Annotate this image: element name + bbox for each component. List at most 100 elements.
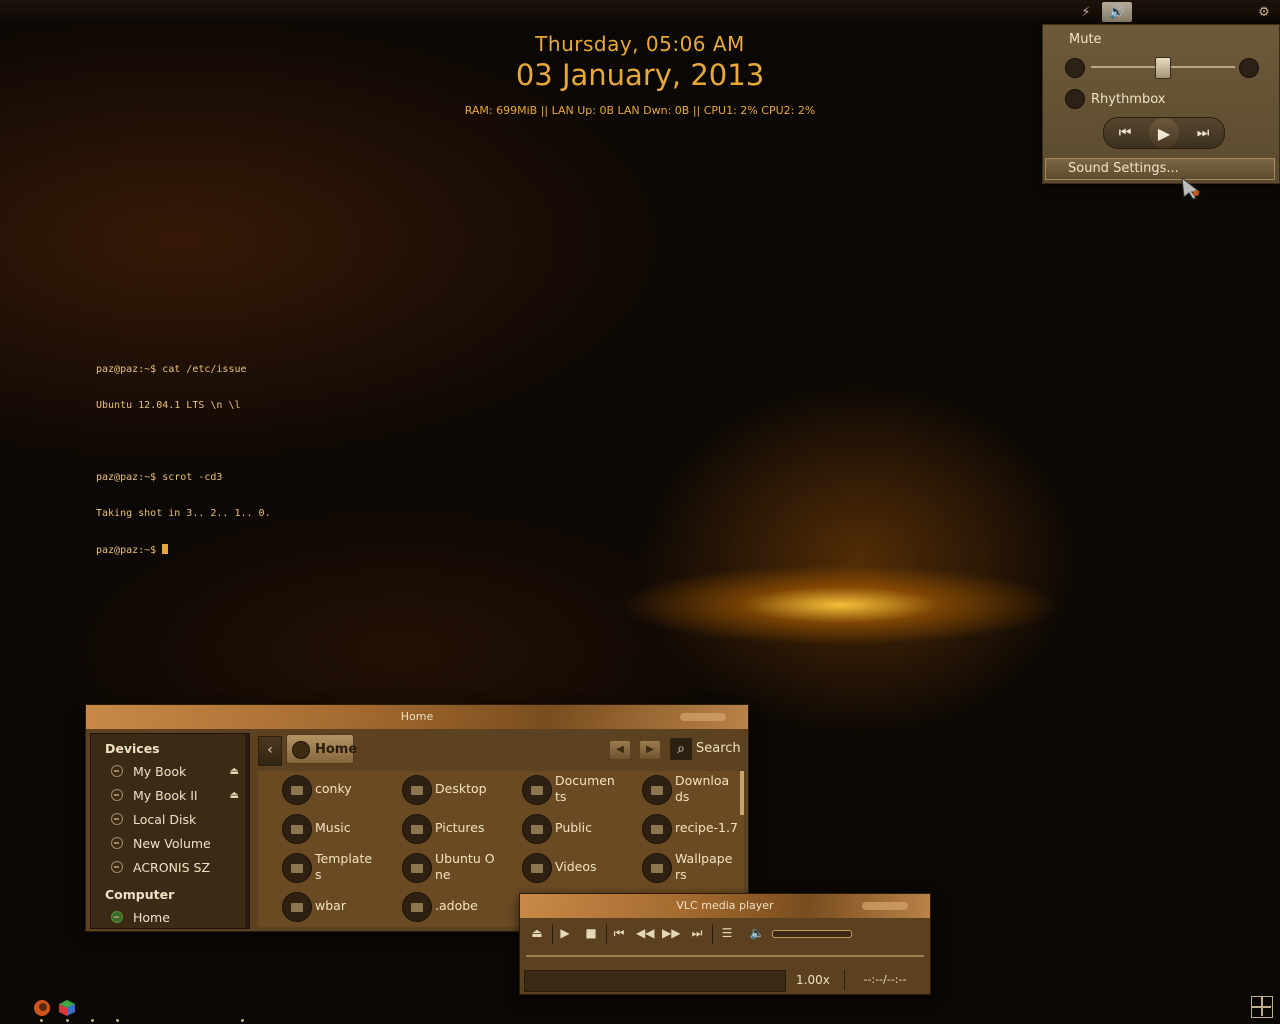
window-controls[interactable] [862,902,908,910]
vlc-titlebar[interactable]: VLC media player [520,894,930,918]
file-name: Videos [555,859,597,874]
sidebar-scrollbar[interactable] [245,734,249,928]
music-folder-icon [282,814,312,844]
sidebar-item-my-book[interactable]: My Book ⏏ [91,760,249,784]
file-item-recipe[interactable]: recipe-1.7 [618,812,738,848]
file-item-adobe[interactable]: .adobe [378,890,496,926]
file-item-wbar[interactable]: wbar [258,890,376,926]
terminal-line: Ubuntu 12.04.1 LTS \n \l [96,400,241,411]
terminal-text[interactable]: paz@paz:~$ cat /etc/issue Ubuntu 12.04.1… [96,340,271,568]
drive-icon [111,837,123,849]
sidebar-item-label: New Volume [133,836,211,851]
search-button[interactable]: ⌕ Search [670,737,742,761]
fast-forward-icon[interactable]: ▶▶ [662,924,680,942]
sidebar-item-home[interactable]: Home [91,906,249,928]
devices-header: Devices [105,741,160,756]
previous-track-icon[interactable]: ⏮ [1110,118,1140,148]
sound-settings-item[interactable]: Sound Settings... [1045,158,1275,180]
volume-slider-thumb[interactable] [1155,57,1171,79]
next-icon[interactable]: ⏭ [688,924,706,942]
file-item-templates[interactable]: Template s [258,851,376,887]
vlc-volume-slider[interactable] [772,930,852,938]
file-item-conky[interactable]: conky [258,773,376,809]
breadcrumb-home-label: Home [315,742,358,757]
eject-icon[interactable]: ⏏ [528,924,546,942]
file-item-public[interactable]: Public [498,812,616,848]
desktop-folder-icon [402,775,432,805]
eject-icon[interactable]: ⏏ [230,760,239,784]
window-controls[interactable] [680,713,726,721]
file-item-videos[interactable]: Videos [498,851,616,887]
firefox-icon[interactable] [32,998,52,1018]
file-item-wallpapers[interactable]: Wallpape rs [618,851,736,887]
sidebar-item-acronis-sz[interactable]: ACRONIS SZ [91,856,249,880]
dock-indicator [66,1019,69,1022]
public-folder-icon [522,814,552,844]
sidebar-item-label: ACRONIS SZ [133,860,211,875]
volume-icon[interactable]: 🔊 [1102,2,1132,22]
file-item-pictures[interactable]: Pictures [378,812,496,848]
play-icon[interactable]: ▶ [556,924,574,942]
vlc-playback-speed[interactable]: 1.00x [796,970,836,990]
mute-menu-item[interactable]: Mute [1069,32,1102,47]
volume-low-icon[interactable] [1065,58,1085,78]
playlist-icon[interactable]: ☰ [718,924,736,942]
file-name: Documen ts [555,773,615,804]
sidebar: Devices My Book ⏏ My Book II ⏏ Local Disk … [90,733,250,929]
network-icon[interactable]: ⚡ [1076,2,1096,22]
dock-indicator [241,1019,244,1022]
gear-icon[interactable]: ⚙ [1254,2,1274,22]
drive-icon [111,861,123,873]
rhythmbox-label: Rhythmbox [1091,91,1166,107]
file-name: Desktop [435,781,487,796]
next-track-icon[interactable]: ⏭ [1188,118,1218,148]
file-name: .adobe [435,898,478,913]
folder-icon [642,814,672,844]
play-icon[interactable]: ▶ [1149,118,1179,148]
file-item-documents[interactable]: Documen ts [498,773,616,809]
toolbar-separator [606,924,607,944]
vlc-seek-bar[interactable] [526,955,924,957]
sidebar-item-my-book-ii[interactable]: My Book II ⏏ [91,784,249,808]
sidebar-item-label: My Book II [133,788,198,803]
back-button[interactable]: ‹ [258,736,282,766]
cube-app-icon[interactable] [57,998,77,1018]
file-name: Music [315,820,351,835]
computer-header: Computer [105,887,175,902]
file-item-desktop[interactable]: Desktop [378,773,496,809]
downloads-folder-icon [642,775,672,805]
file-item-music[interactable]: Music [258,812,376,848]
drive-icon [111,789,123,801]
workspace-switcher-icon[interactable] [1251,996,1273,1018]
vlc-time-display[interactable]: --:--/--:-- [844,970,925,990]
file-view-scrollbar[interactable] [740,771,744,815]
ubuntu-one-folder-icon [402,853,432,883]
eject-icon[interactable]: ⏏ [230,784,239,808]
volume-high-icon[interactable] [1239,58,1259,78]
file-name: Pictures [435,820,485,835]
search-label: Search [696,741,741,756]
nav-left-arrow-icon[interactable]: ◀ [610,741,630,759]
sidebar-item-new-volume[interactable]: New Volume [91,832,249,856]
sound-menu: Mute Rhythmbox ⏮ ▶ ⏭ Sound Settings... [1042,24,1280,184]
previous-icon[interactable]: ⏮ [610,924,628,942]
pictures-folder-icon [402,814,432,844]
nav-right-arrow-icon[interactable]: ▶ [640,741,660,759]
speaker-icon[interactable]: 🔈 [748,924,766,942]
rewind-icon[interactable]: ◀◀ [636,924,654,942]
file-item-ubuntu-one[interactable]: Ubuntu One [378,851,496,887]
mouse-cursor-icon [1181,176,1202,200]
rhythmbox-item[interactable]: Rhythmbox [1065,89,1165,109]
file-item-downloads[interactable]: Downloa ds [618,773,736,809]
stop-icon[interactable]: ■ [582,924,600,942]
toolbar-separator [552,924,553,944]
breadcrumb-home[interactable]: Home [286,734,358,764]
file-name: Downloa ds [675,773,730,804]
folder-icon [642,853,672,883]
rhythmbox-icon [1065,89,1085,109]
folder-icon [282,892,312,922]
file-name: conky [315,781,352,796]
drive-icon [111,813,123,825]
sidebar-item-local-disk[interactable]: Local Disk [91,808,249,832]
file-manager-titlebar[interactable]: Home [86,705,748,729]
